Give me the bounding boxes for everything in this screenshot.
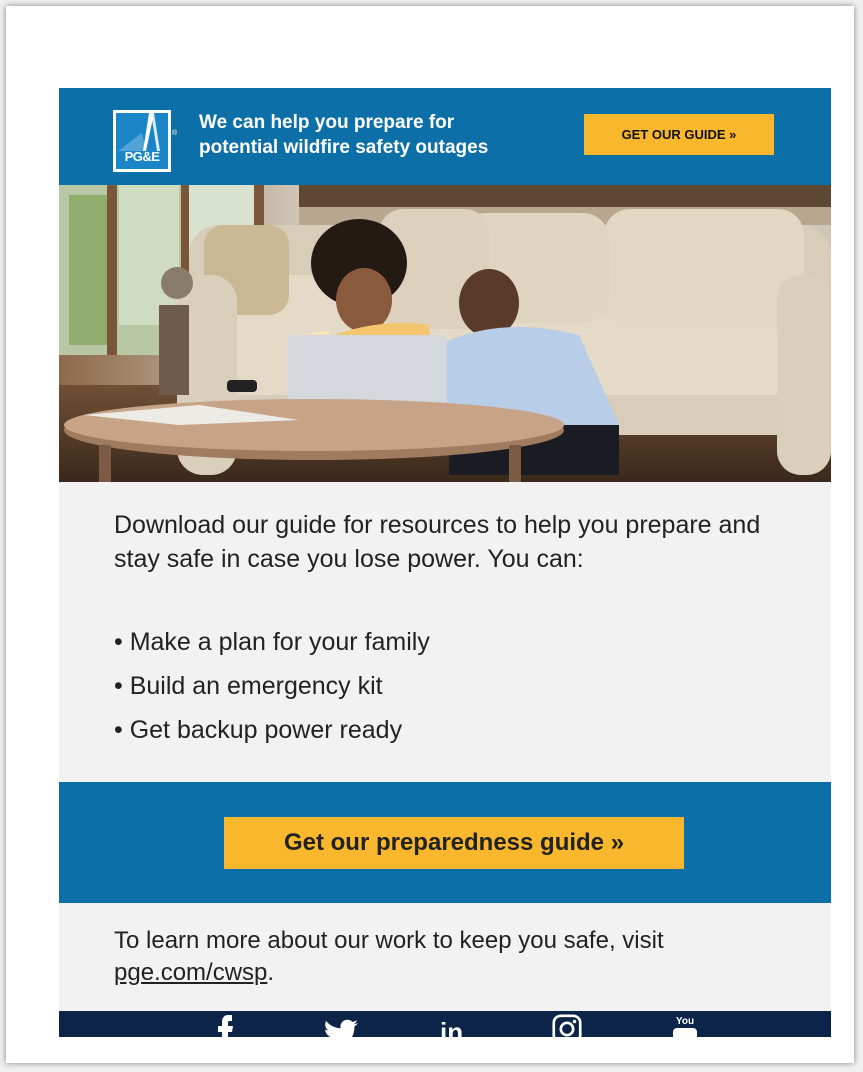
header-tagline: We can help you prepare for potential wi… <box>199 110 529 160</box>
tagline-line-2: potential wildfire safety outages <box>199 137 489 158</box>
facebook-icon[interactable] <box>217 1015 235 1037</box>
cta-band: Get our preparedness guide » <box>59 782 831 903</box>
learn-more-suffix: . <box>267 959 275 986</box>
linkedin-icon[interactable]: in <box>440 1019 463 1037</box>
benefit-list: • Make a plan for your family • Build an… <box>114 620 430 752</box>
youtube-label: You <box>675 1016 695 1027</box>
learn-more-text: To learn more about our work to keep you… <box>114 925 764 989</box>
tagline-line-1: We can help you prepare for <box>199 112 455 133</box>
cwsp-link[interactable]: pge.com/cwsp <box>114 959 267 986</box>
twitter-icon[interactable] <box>323 1019 359 1037</box>
get-preparedness-guide-button[interactable]: Get our preparedness guide » <box>224 817 684 869</box>
body-copy: Download our guide for resources to help… <box>59 482 831 782</box>
photo-couple-laptop-icon <box>59 185 831 482</box>
list-item: • Make a plan for your family <box>114 628 430 656</box>
learn-more-prefix: To learn more about our work to keep you… <box>114 927 664 954</box>
instagram-icon[interactable] <box>550 1014 584 1037</box>
hero-photo[interactable] <box>59 185 831 482</box>
intro-paragraph: Download our guide for resources to help… <box>114 511 761 573</box>
email-viewport: PG&E ® We can help you prepare for poten… <box>6 6 854 1063</box>
learn-more-section: To learn more about our work to keep you… <box>59 903 831 1011</box>
logo-text: PG&E <box>124 149 160 164</box>
list-item: • Build an emergency kit <box>114 672 383 700</box>
email-body: PG&E ® We can help you prepare for poten… <box>59 88 831 1037</box>
get-our-guide-button[interactable]: GET OUR GUIDE » <box>584 114 774 155</box>
list-item: • Get backup power ready <box>114 716 403 744</box>
logo-background: PG&E <box>116 113 168 169</box>
pge-logo[interactable]: PG&E ® <box>113 110 177 172</box>
youtube-tube <box>673 1028 697 1037</box>
email-header: PG&E ® We can help you prepare for poten… <box>59 88 831 185</box>
youtube-icon[interactable]: You <box>670 1017 700 1037</box>
social-footer: in You <box>59 1011 831 1037</box>
logo-registered-mark: ® <box>172 130 178 137</box>
